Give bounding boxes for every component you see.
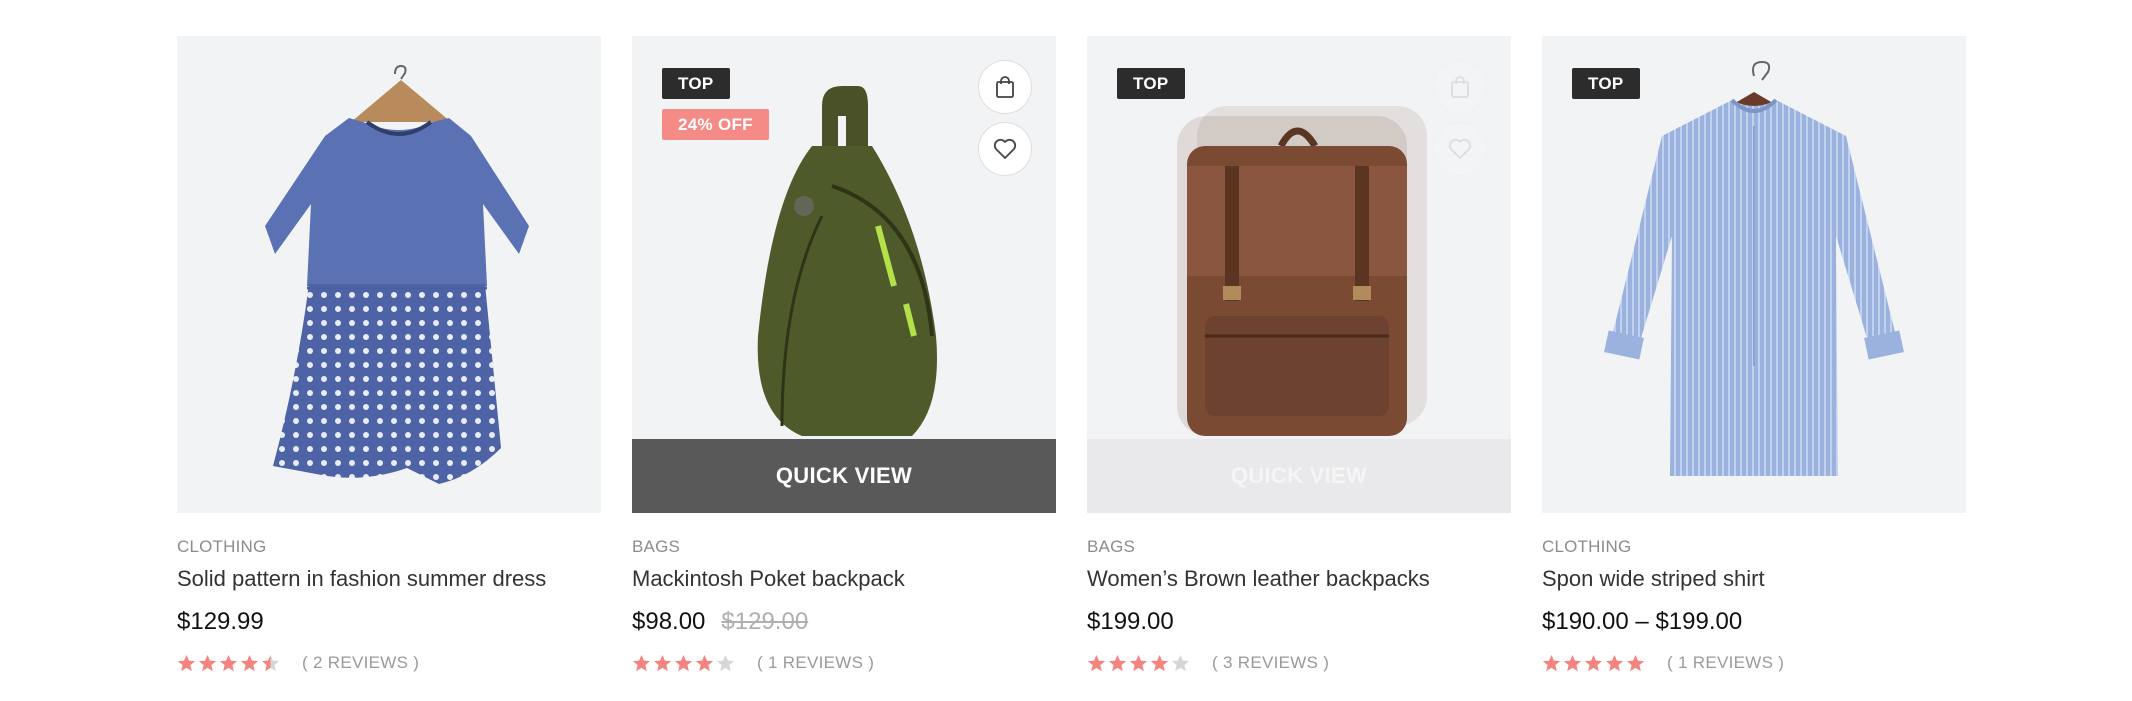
review-count[interactable]: ( 1 REVIEWS ): [757, 653, 874, 673]
product-price: $199.00: [1087, 608, 1174, 635]
product-old-price: $129.00: [721, 608, 809, 635]
product-image-area[interactable]: [177, 36, 601, 513]
discount-badge: 24% OFF: [662, 109, 769, 140]
product-image-area[interactable]: TOP: [1542, 36, 1966, 513]
product-title[interactable]: Spon wide striped shirt: [1542, 566, 1966, 594]
product-card[interactable]: TOP QUICK VIEW BAGS Women’s Brown leathe…: [1087, 36, 1511, 673]
product-card[interactable]: TOP 24% OFF QUICK VIEW BAGS Mackintosh P…: [632, 36, 1056, 673]
shopping-bag-icon: [996, 76, 1014, 98]
product-price: $190.00 – $199.00: [1542, 608, 1743, 635]
product-title[interactable]: Women’s Brown leather backpacks: [1087, 566, 1511, 594]
review-count[interactable]: ( 3 REVIEWS ): [1212, 653, 1329, 673]
star-icon: [1108, 654, 1127, 671]
star-empty-icon: [716, 654, 735, 671]
star-rating: [1542, 654, 1645, 673]
star-icon: [177, 654, 196, 671]
star-icon: [240, 654, 259, 671]
review-count[interactable]: ( 2 REVIEWS ): [302, 653, 419, 673]
product-title[interactable]: Mackintosh Poket backpack: [632, 566, 1056, 594]
star-icon: [1150, 654, 1169, 671]
product-category[interactable]: CLOTHING: [1542, 537, 1966, 557]
star-icon: [1584, 654, 1603, 671]
add-to-wishlist-button[interactable]: [1433, 122, 1487, 176]
product-photo-dress[interactable]: [177, 36, 601, 513]
heart-icon: [993, 138, 1017, 159]
star-rating: [177, 654, 280, 673]
quick-view-button[interactable]: QUICK VIEW: [632, 439, 1056, 513]
product-category[interactable]: BAGS: [632, 537, 1056, 557]
product-card[interactable]: TOP CLOTHING Spon wide striped shirt $19…: [1542, 36, 1966, 673]
star-rating: [1087, 654, 1190, 673]
star-half-icon: [261, 654, 280, 671]
heart-icon: [1448, 138, 1472, 159]
product-title[interactable]: Solid pattern in fashion summer dress: [177, 566, 601, 594]
shopping-bag-icon: [1451, 76, 1469, 98]
star-icon: [198, 654, 217, 671]
product-category[interactable]: BAGS: [1087, 537, 1511, 557]
star-icon: [1563, 654, 1582, 671]
star-icon: [674, 654, 693, 671]
add-to-wishlist-button[interactable]: [978, 122, 1032, 176]
star-empty-icon: [1171, 654, 1190, 671]
star-icon: [653, 654, 672, 671]
star-icon: [1129, 654, 1148, 671]
review-count[interactable]: ( 1 REVIEWS ): [1667, 653, 1784, 673]
add-to-cart-button[interactable]: [978, 60, 1032, 114]
product-card[interactable]: CLOTHING Solid pattern in fashion summer…: [177, 36, 601, 673]
star-icon: [1087, 654, 1106, 671]
star-icon: [1605, 654, 1624, 671]
add-to-cart-button[interactable]: [1433, 60, 1487, 114]
quick-view-button[interactable]: QUICK VIEW: [1087, 439, 1511, 513]
product-price: $98.00: [632, 608, 706, 635]
star-icon: [632, 654, 651, 671]
product-grid: CLOTHING Solid pattern in fashion summer…: [177, 36, 1966, 673]
top-badge: TOP: [1572, 68, 1640, 99]
star-icon: [219, 654, 238, 671]
star-icon: [1542, 654, 1561, 671]
product-image-area[interactable]: TOP 24% OFF QUICK VIEW: [632, 36, 1056, 513]
star-icon: [1626, 654, 1645, 671]
product-image-area[interactable]: TOP QUICK VIEW: [1087, 36, 1511, 513]
product-photo-striped-shirt[interactable]: [1542, 36, 1966, 513]
top-badge: TOP: [662, 68, 730, 99]
star-rating: [632, 654, 735, 673]
product-category[interactable]: CLOTHING: [177, 537, 601, 557]
top-badge: TOP: [1117, 68, 1185, 99]
star-icon: [695, 654, 714, 671]
product-price: $129.99: [177, 608, 264, 635]
